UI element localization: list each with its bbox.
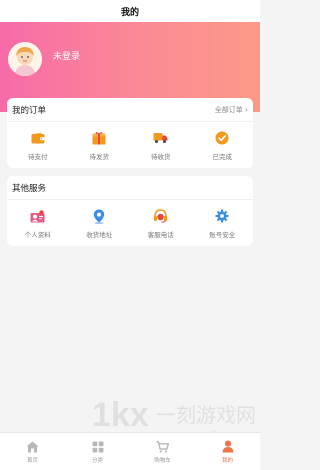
all-orders-label: 全部订单 xyxy=(214,105,243,114)
service-label: 收货地址 xyxy=(86,231,113,239)
user-card-icon xyxy=(29,207,47,225)
service-customer-hotline[interactable]: 客服电话 xyxy=(133,207,189,239)
avatar-icon xyxy=(8,42,42,76)
cart-icon xyxy=(156,440,170,454)
tab-label: 购物车 xyxy=(154,457,171,464)
services-card: 其他服务 个人资料 收货地址 客服电话 账号安全 xyxy=(7,176,253,246)
tab-label: 分类 xyxy=(91,457,103,464)
service-label: 账号安全 xyxy=(209,231,236,239)
page-title: 我的 xyxy=(120,7,139,18)
services-card-header: 其他服务 xyxy=(7,176,253,200)
gear-icon xyxy=(213,207,231,225)
svg-text:一刻游戏网: 一刻游戏网 xyxy=(156,403,256,427)
orders-title: 我的订单 xyxy=(12,105,47,116)
nav-bar: 我的 xyxy=(0,0,260,22)
services-grid: 个人资料 收货地址 客服电话 账号安全 xyxy=(7,200,253,239)
login-status-text[interactable]: 未登录 xyxy=(53,49,80,62)
orders-grid: 待支付 待发货 待收货 已完成 xyxy=(7,122,253,161)
tab-label: 我的 xyxy=(221,457,233,464)
tab-profile[interactable]: 我的 xyxy=(203,440,253,464)
order-status-to-receive[interactable]: 待收货 xyxy=(133,129,189,161)
tab-label: 首页 xyxy=(26,457,38,464)
order-status-label: 已完成 xyxy=(212,153,233,161)
truck-icon xyxy=(152,129,170,147)
tab-home[interactable]: 首页 xyxy=(8,440,58,464)
order-status-label: 待支付 xyxy=(28,153,48,161)
home-icon xyxy=(26,440,40,454)
order-status-label: 待收货 xyxy=(151,153,171,161)
avatar[interactable] xyxy=(8,42,42,76)
orders-card: 我的订单 全部订单 › 待支付 待发货 待收货 已完成 xyxy=(7,98,253,168)
order-status-pending-payment[interactable]: 待支付 xyxy=(10,129,66,161)
package-icon xyxy=(90,129,108,147)
services-title: 其他服务 xyxy=(12,183,47,194)
service-label: 个人资料 xyxy=(24,231,51,239)
category-grid-icon xyxy=(91,440,105,454)
order-status-completed[interactable]: 已完成 xyxy=(194,129,250,161)
chevron-right-icon: › xyxy=(244,104,248,114)
headset-icon xyxy=(152,207,170,225)
service-shipping-address[interactable]: 收货地址 xyxy=(71,207,127,239)
bottom-tab-bar: 首页 分类 购物车 我的 xyxy=(0,432,260,470)
all-orders-link[interactable]: 全部订单 › xyxy=(215,105,248,115)
check-circle-icon xyxy=(213,129,231,147)
order-status-label: 待发货 xyxy=(89,153,110,161)
order-status-to-ship[interactable]: 待发货 xyxy=(71,129,127,161)
service-profile[interactable]: 个人资料 xyxy=(10,207,66,239)
tab-category[interactable]: 分类 xyxy=(73,440,123,464)
orders-card-header: 我的订单 全部订单 › xyxy=(7,98,253,122)
profile-icon xyxy=(221,440,235,454)
svg-text:1kx: 1kx xyxy=(92,396,149,434)
wallet-icon xyxy=(29,129,47,147)
service-account-security[interactable]: 账号安全 xyxy=(194,207,250,239)
tab-cart[interactable]: 购物车 xyxy=(138,440,188,464)
location-pin-icon xyxy=(90,207,108,225)
service-label: 客服电话 xyxy=(147,231,174,239)
